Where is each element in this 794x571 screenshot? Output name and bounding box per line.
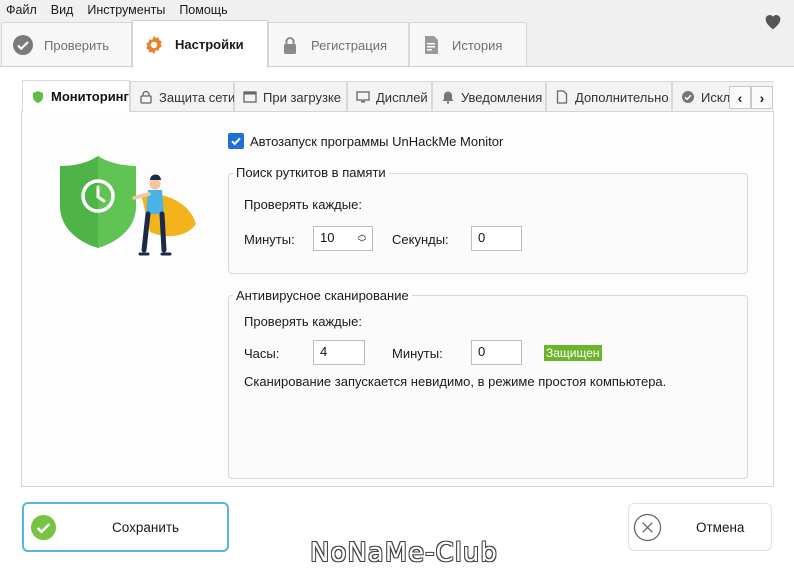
autostart-option[interactable]: Автозапуск программы UnHackMe Monitor — [228, 133, 503, 149]
save-button[interactable]: Сохранить — [22, 502, 229, 552]
subtab-display[interactable]: Дисплей — [347, 81, 432, 112]
menu-tools[interactable]: Инструменты — [87, 3, 165, 17]
antivirus-check-every-label: Проверять каждые: — [244, 314, 362, 329]
check-circle-icon — [681, 90, 695, 104]
close-circle-icon — [633, 513, 662, 545]
minutes-spinner[interactable]: ︿ ﹀ — [355, 226, 369, 251]
subtab-on-startup[interactable]: При загрузке — [234, 81, 347, 112]
document-icon — [420, 34, 442, 56]
tab-registration[interactable]: Регистрация — [268, 22, 409, 67]
bell-icon — [441, 90, 455, 104]
menu-help[interactable]: Помощь — [179, 3, 227, 17]
chevron-down-icon[interactable]: ﹀ — [357, 238, 366, 248]
main-tabs: Проверить Настройки Регистрация История — [0, 20, 794, 68]
menu-bar: Файл Вид Инструменты Помощь — [0, 0, 794, 20]
status-badge: Защищен — [544, 345, 602, 361]
save-button-label: Сохранить — [112, 520, 180, 535]
shield-icon — [31, 90, 45, 104]
antivirus-minutes-field[interactable]: 0 — [471, 340, 522, 365]
subtab-notifications[interactable]: Уведомления — [432, 81, 546, 112]
rootkit-check-every-label: Проверять каждые: — [244, 197, 362, 212]
tab-history-label: История — [452, 37, 503, 53]
tab-check-label: Проверить — [44, 37, 110, 53]
subtab-monitoring-label: Мониторинг — [51, 89, 129, 104]
antivirus-minutes-label: Минуты: — [392, 346, 443, 361]
lock-icon — [139, 90, 153, 104]
scroll-left-button[interactable]: ‹ — [729, 86, 751, 109]
antivirus-hours-label: Часы: — [244, 346, 280, 361]
subtab-network-protection[interactable]: Защита сети — [130, 81, 236, 112]
settings-subtabs: Мониторинг Защита сети При загрузке Дисп… — [22, 80, 774, 112]
rootkit-seconds-label: Секунды: — [392, 232, 449, 247]
check-circle-icon — [30, 514, 57, 544]
rootkit-seconds-field[interactable]: 0 — [471, 226, 522, 251]
antivirus-scan-title: Антивирусное сканирование — [233, 288, 412, 303]
subtab-on-startup-label: При загрузке — [263, 89, 341, 105]
cancel-button[interactable]: Отмена — [628, 503, 772, 551]
scroll-right-button[interactable]: › — [751, 86, 773, 109]
autostart-checkbox[interactable] — [228, 133, 244, 149]
autostart-label: Автозапуск программы UnHackMe Monitor — [250, 133, 504, 149]
subtab-advanced[interactable]: Дополнительно — [546, 81, 672, 112]
subtab-display-label: Дисплей — [376, 89, 428, 105]
monitor-icon — [356, 90, 370, 104]
gear-icon — [143, 34, 165, 56]
subtab-scroll: ‹ › — [729, 86, 774, 109]
cancel-button-label: Отмена — [696, 520, 745, 535]
lock-icon — [279, 34, 301, 56]
menu-file[interactable]: Файл — [6, 3, 37, 17]
tab-check[interactable]: Проверить — [1, 22, 132, 67]
subtab-network-protection-label: Защита сети — [159, 89, 236, 105]
rootkit-scan-group — [228, 173, 748, 274]
window-icon — [243, 90, 257, 104]
tab-history[interactable]: История — [409, 22, 527, 67]
page-icon — [555, 90, 569, 104]
tab-registration-label: Регистрация — [311, 37, 387, 53]
watermark: NoNaMe-Club — [310, 538, 498, 568]
antivirus-hours-field[interactable]: 4 — [313, 340, 365, 365]
subtab-advanced-label: Дополнительно — [575, 89, 669, 105]
tab-settings[interactable]: Настройки — [132, 20, 268, 68]
rootkit-minutes-label: Минуты: — [244, 232, 295, 247]
menu-view[interactable]: Вид — [51, 3, 74, 17]
idle-scan-note: Сканирование запускается невидимо, в реж… — [244, 374, 667, 389]
rootkit-scan-title: Поиск руткитов в памяти — [233, 165, 389, 180]
subtab-notifications-label: Уведомления — [461, 89, 543, 105]
check-circle-icon — [12, 34, 34, 56]
shield-illustration — [38, 150, 203, 265]
tab-settings-label: Настройки — [175, 37, 244, 52]
subtab-monitoring[interactable]: Мониторинг — [22, 80, 130, 112]
